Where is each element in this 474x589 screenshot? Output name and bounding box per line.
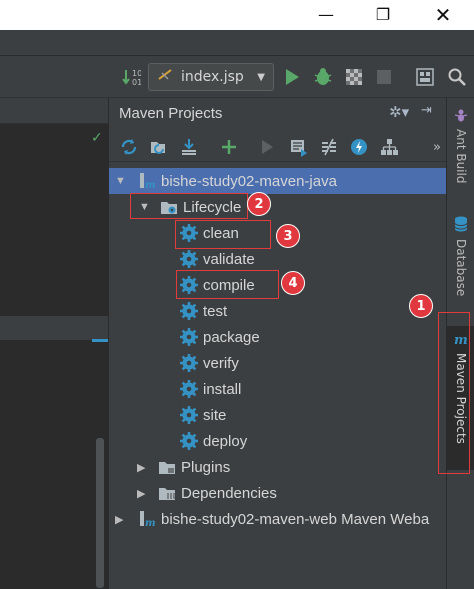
editor-scrollbar[interactable]	[96, 438, 104, 588]
maven-projects-panel: Maven Projects ✲▾ ⇥ » ▼ m bishe-study02-…	[108, 98, 447, 589]
gear-icon	[179, 431, 199, 451]
goal-package[interactable]: package	[179, 324, 260, 350]
folder-deps-icon	[157, 483, 177, 503]
tree-item-label: deploy	[203, 432, 248, 450]
goal-site[interactable]: site	[179, 402, 226, 428]
tree-item-label: Plugins	[181, 458, 231, 476]
tree-item-label: site	[203, 406, 227, 424]
tree-item-label: verify	[203, 354, 239, 372]
annotation-badge-4: 4	[281, 271, 305, 295]
tree-item-label: test	[203, 302, 228, 320]
close-button[interactable]: ✕	[420, 0, 466, 30]
goal-install[interactable]: install	[179, 376, 241, 402]
debug-icon[interactable]	[310, 56, 336, 98]
maximize-button[interactable]: ❐	[360, 0, 406, 30]
editor-area: ✓	[0, 98, 108, 589]
gear-icon	[179, 405, 199, 425]
run-configuration-dropdown[interactable]: index.jsp ▼	[148, 63, 274, 91]
stop-icon[interactable]	[372, 56, 396, 98]
collapsed-arrow-icon[interactable]: ▶	[115, 513, 129, 526]
annotation-badge-1: 1	[409, 294, 433, 318]
database-icon	[454, 216, 468, 235]
goal-validate[interactable]: validate	[179, 246, 255, 272]
maven-module-icon: m	[137, 509, 157, 529]
tab-label: Ant Build	[454, 129, 468, 184]
goal-deploy[interactable]: deploy	[179, 428, 247, 454]
svg-text:10: 10	[132, 69, 141, 78]
tree-item-label: install	[203, 380, 242, 398]
highlight-box-lifecycle	[130, 193, 248, 219]
highlight-box-compile	[176, 270, 279, 299]
run-icon[interactable]	[280, 56, 304, 98]
tree-item-plugins[interactable]: ▶ Plugins	[137, 454, 230, 480]
tab-label: Database	[454, 239, 468, 297]
search-everywhere-icon[interactable]	[444, 56, 470, 98]
tab-database[interactable]: Database	[447, 216, 474, 296]
skip-tests-icon[interactable]	[347, 135, 371, 159]
annotation-badge-3: 3	[276, 224, 300, 248]
chevron-down-icon: ▼	[257, 71, 265, 83]
editor-bottom-strip	[0, 316, 108, 340]
settings-gear-icon[interactable]: ✲▾	[389, 103, 409, 121]
caret-indicator	[92, 339, 108, 342]
menu-strip	[0, 30, 474, 56]
editor-tabbar	[0, 98, 108, 124]
maven-panel-title: Maven Projects	[119, 104, 223, 122]
annotation-badge-2: 2	[247, 192, 271, 216]
goal-test[interactable]: test	[179, 298, 227, 324]
tree-item-dependencies[interactable]: ▶ Dependencies	[137, 480, 277, 506]
tree-item-project-java[interactable]: ▼ m bishe-study02-maven-java	[109, 168, 447, 194]
expanded-arrow-icon[interactable]: ▼	[115, 175, 129, 187]
collapsed-arrow-icon[interactable]: ▶	[137, 461, 151, 474]
sort-download-icon[interactable]: 10 01	[118, 56, 144, 98]
tree-item-label: bishe-study02-maven-java	[161, 172, 337, 190]
gear-icon	[179, 301, 199, 321]
goal-verify[interactable]: verify	[179, 350, 239, 376]
run-configuration-icon[interactable]	[287, 135, 311, 159]
checkmark-icon: ✓	[91, 130, 103, 146]
tree-item-label: package	[203, 328, 260, 346]
highlight-box-maven-tab	[438, 312, 470, 474]
tree-item-label: validate	[203, 250, 255, 268]
highlight-box-clean	[175, 220, 271, 249]
svg-text:m: m	[145, 180, 156, 190]
tab-ant-build[interactable]: Ant Build	[447, 108, 474, 183]
generate-sources-icon[interactable]	[147, 135, 171, 159]
jsp-file-icon	[157, 67, 175, 87]
tree-item-label: Dependencies	[181, 484, 277, 502]
run-config-label: index.jsp	[181, 69, 244, 85]
maven-toolbar: »	[109, 132, 447, 162]
tree-item-label: bishe-study02-maven-web Maven Weba	[161, 510, 430, 528]
run-goal-icon[interactable]	[255, 135, 279, 159]
download-sources-icon[interactable]	[177, 135, 201, 159]
reimport-icon[interactable]	[117, 135, 141, 159]
maven-panel-header: Maven Projects ✲▾ ⇥	[109, 98, 447, 128]
tree-item-project-web[interactable]: ▶ m bishe-study02-maven-web Maven Weba	[115, 506, 429, 532]
gear-icon	[179, 327, 199, 347]
project-structure-icon[interactable]	[412, 56, 438, 98]
collapsed-arrow-icon[interactable]: ▶	[137, 487, 151, 500]
toggle-offline-icon[interactable]	[317, 135, 341, 159]
add-project-icon[interactable]	[217, 135, 241, 159]
window-titlebar: — ❐ ✕	[0, 0, 474, 30]
hide-panel-icon[interactable]: ⇥	[421, 103, 432, 118]
gear-icon	[179, 249, 199, 269]
ant-icon	[454, 108, 468, 125]
folder-plugin-icon	[157, 457, 177, 477]
minimize-button[interactable]: —	[303, 0, 349, 30]
svg-text:m: m	[145, 518, 156, 528]
show-dependencies-icon[interactable]	[377, 135, 401, 159]
svg-text:01: 01	[132, 78, 141, 87]
coverage-icon[interactable]	[342, 56, 366, 98]
gear-icon	[179, 353, 199, 373]
gear-icon	[179, 379, 199, 399]
maven-module-icon: m	[137, 171, 157, 191]
